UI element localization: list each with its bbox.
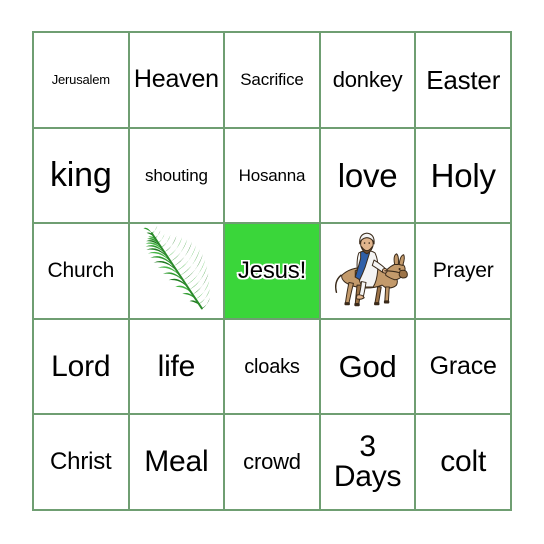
bingo-cell-meal[interactable]: Meal xyxy=(129,415,226,511)
bingo-cell-hosanna[interactable]: Hosanna xyxy=(225,128,321,225)
bingo-cell-grace[interactable]: Grace xyxy=(416,319,512,416)
bingo-cell-prayer[interactable]: Prayer xyxy=(416,224,512,320)
bingo-cell-shouting[interactable]: shouting xyxy=(129,128,226,225)
bingo-cell-label: Church xyxy=(47,259,115,283)
bingo-cell-label: Prayer xyxy=(432,259,494,283)
bingo-cell-christ[interactable]: Christ xyxy=(34,415,130,511)
bingo-cell-label: Sacrifice xyxy=(240,70,304,90)
bingo-cell-sacrifice[interactable]: Sacrifice xyxy=(225,33,321,129)
bingo-cell-label: king xyxy=(50,156,112,195)
bingo-cell-label: shouting xyxy=(145,165,208,185)
bingo-cell-label: life xyxy=(157,349,196,383)
bingo-cell-church[interactable]: Church xyxy=(34,224,130,320)
bingo-cell-label: 3 Days xyxy=(333,430,402,494)
bingo-cell-label: Meal xyxy=(144,445,209,479)
bingo-cell-label: Easter xyxy=(426,64,501,95)
bingo-cell-label: donkey xyxy=(332,66,403,92)
bingo-card: Jerusalem Heaven Sacrifice donkey Easter king… xyxy=(32,31,512,511)
bingo-cell-label: love xyxy=(337,156,398,194)
palm-branch-image[interactable] xyxy=(129,224,226,320)
bingo-cell-3-days[interactable]: 3 Days xyxy=(320,415,417,511)
bingo-cell-label: Jesus! xyxy=(236,256,307,284)
jesus-riding-donkey-image-glyph xyxy=(322,226,413,316)
bingo-cell-king[interactable]: king xyxy=(34,128,130,225)
bingo-cell-free-space-jesus[interactable]: Jesus! xyxy=(225,224,321,320)
bingo-cell-god[interactable]: God xyxy=(320,319,417,416)
bingo-cell-label: God xyxy=(338,349,397,385)
bingo-cell-label: crowd xyxy=(243,449,301,475)
bingo-cell-colt[interactable]: colt xyxy=(416,415,512,511)
bingo-cell-crowd[interactable]: crowd xyxy=(225,415,321,511)
bingo-cell-heaven[interactable]: Heaven xyxy=(129,33,226,129)
bingo-cell-label: Lord xyxy=(51,349,111,383)
bingo-cell-label: cloaks xyxy=(244,355,300,378)
bingo-cell-lord[interactable]: Lord xyxy=(34,319,130,416)
bingo-cell-life[interactable]: life xyxy=(129,319,226,416)
bingo-cell-jerusalem[interactable]: Jerusalem xyxy=(34,33,130,129)
jesus-riding-donkey-image[interactable] xyxy=(320,224,417,320)
bingo-cell-love[interactable]: love xyxy=(320,128,417,225)
bingo-cell-label: Grace xyxy=(429,352,497,381)
bingo-cell-label: Heaven xyxy=(133,65,219,94)
bingo-cell-easter[interactable]: Easter xyxy=(416,33,512,129)
bingo-cell-label: colt xyxy=(440,445,487,479)
bingo-cell-label: Holy xyxy=(430,156,496,194)
bingo-cell-label: Christ xyxy=(50,448,112,476)
palm-branch-image-glyph xyxy=(132,226,222,316)
bingo-cell-holy[interactable]: Holy xyxy=(416,128,512,225)
bingo-cell-cloaks[interactable]: cloaks xyxy=(225,319,321,416)
bingo-cell-donkey[interactable]: donkey xyxy=(320,33,417,129)
bingo-cell-label: Jerusalem xyxy=(51,72,110,88)
bingo-cell-label: Hosanna xyxy=(238,165,306,185)
